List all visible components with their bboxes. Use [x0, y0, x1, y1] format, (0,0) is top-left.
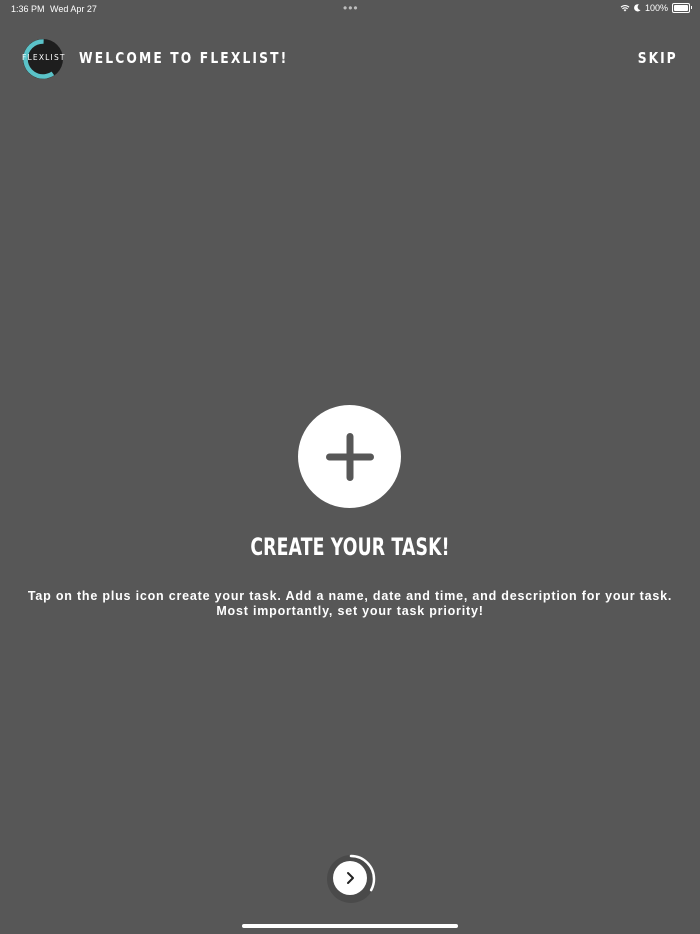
wifi-icon: [620, 5, 630, 12]
battery-percentage: 100%: [644, 3, 668, 13]
onboarding-screen: 1:36 PM Wed Apr 27 ••• 100% FLEXLIST WEL…: [0, 0, 700, 934]
chevron-right-icon: [347, 872, 354, 884]
onboarding-description: Tap on the plus icon create your task. A…: [27, 589, 673, 618]
status-date: Wed Apr 27: [50, 4, 97, 14]
skip-button[interactable]: SKIP: [638, 49, 678, 67]
plus-icon: [325, 432, 374, 481]
next-step-control[interactable]: [324, 852, 378, 906]
header-title: WELCOME TO FLEXLIST!: [79, 49, 289, 67]
multitasking-dots-icon[interactable]: •••: [343, 1, 359, 15]
home-indicator: [242, 924, 458, 928]
status-bar: 1:36 PM Wed Apr 27 ••• 100%: [0, 0, 700, 18]
battery-icon: [672, 3, 692, 13]
flexlist-logo: FLEXLIST: [22, 38, 66, 80]
next-button[interactable]: [333, 861, 367, 895]
page-title: CREATE YOUR TASK!: [250, 533, 450, 561]
create-task-plus-button[interactable]: [298, 405, 401, 508]
status-time: 1:36 PM: [11, 4, 45, 14]
moon-icon: [634, 4, 641, 12]
status-indicators: 100%: [620, 3, 692, 13]
logo-text: FLEXLIST: [22, 53, 66, 62]
